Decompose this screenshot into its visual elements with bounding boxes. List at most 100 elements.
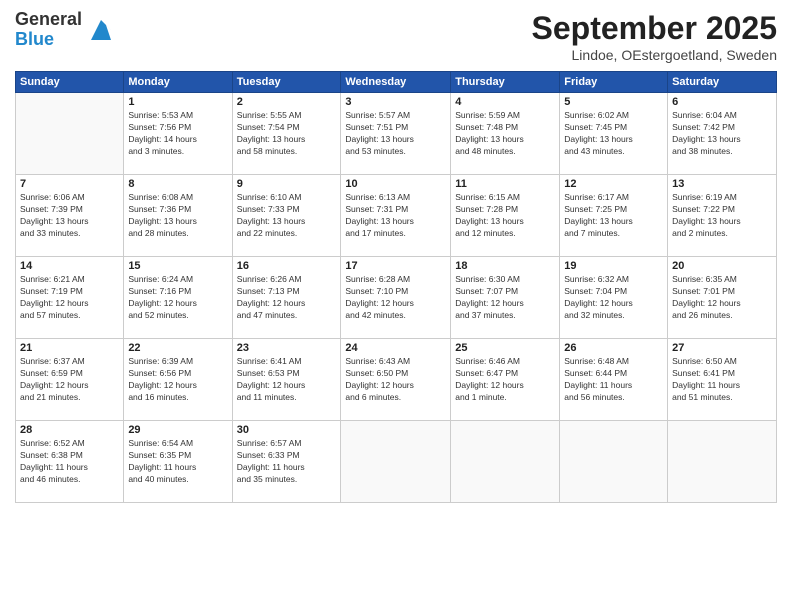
day-number: 11 — [455, 178, 555, 190]
calendar-header-row: SundayMondayTuesdayWednesdayThursdayFrid… — [16, 72, 777, 93]
calendar-cell: 2Sunrise: 5:55 AM Sunset: 7:54 PM Daylig… — [232, 93, 341, 175]
day-info: Sunrise: 5:59 AM Sunset: 7:48 PM Dayligh… — [455, 110, 555, 158]
day-info: Sunrise: 6:13 AM Sunset: 7:31 PM Dayligh… — [345, 192, 446, 240]
day-number: 22 — [128, 342, 227, 354]
calendar-cell — [451, 421, 560, 503]
day-info: Sunrise: 5:57 AM Sunset: 7:51 PM Dayligh… — [345, 110, 446, 158]
calendar-cell — [16, 93, 124, 175]
calendar-cell: 28 Sunrise: 6:52 AM Sunset: 6:38 PM Dayli… — [16, 421, 124, 503]
logo-line1: General — [15, 10, 82, 30]
day-info: Sunrise: 6:02 AM Sunset: 7:45 PM Dayligh… — [564, 110, 663, 158]
day-number: 30 — [237, 424, 337, 436]
page: General Blue September 2025 Lindoe, OEst… — [0, 0, 792, 612]
calendar-cell: 23 Sunrise: 6:41 AM Sunset: 6:53 PM Dayli… — [232, 339, 341, 421]
calendar-cell: 27 Sunrise: 6:50 AM Sunset: 6:41 PM Dayli… — [668, 339, 777, 421]
day-info: Sunrise: 6:54 AM Sunset: 6:35 PM Dayligh… — [128, 438, 227, 486]
day-info: Sunrise: 6:46 AM Sunset: 6:47 PM Dayligh… — [455, 356, 555, 404]
day-number: 20 — [672, 260, 772, 272]
day-number: 9 — [237, 178, 337, 190]
title-block: September 2025 Lindoe, OEstergoetland, S… — [532, 10, 777, 63]
day-number: 29 — [128, 424, 227, 436]
calendar-cell: 25 Sunrise: 6:46 AM Sunset: 6:47 PM Dayli… — [451, 339, 560, 421]
calendar-cell: 8Sunrise: 6:08 AM Sunset: 7:36 PM Daylig… — [124, 175, 232, 257]
calendar-cell: 18 Sunrise: 6:30 AM Sunset: 7:07 PM Dayli… — [451, 257, 560, 339]
day-info: Sunrise: 6:43 AM Sunset: 6:50 PM Dayligh… — [345, 356, 446, 404]
calendar-header-day: Tuesday — [232, 72, 341, 93]
day-number: 28 — [20, 424, 119, 436]
logo-text: General Blue — [15, 10, 82, 50]
calendar-header-day: Friday — [560, 72, 668, 93]
day-info: Sunrise: 6:57 AM Sunset: 6:33 PM Dayligh… — [237, 438, 337, 486]
calendar-header-day: Saturday — [668, 72, 777, 93]
logo-icon — [86, 15, 116, 45]
day-number: 23 — [237, 342, 337, 354]
calendar-table: SundayMondayTuesdayWednesdayThursdayFrid… — [15, 71, 777, 503]
header: General Blue September 2025 Lindoe, OEst… — [15, 10, 777, 63]
day-info: Sunrise: 6:08 AM Sunset: 7:36 PM Dayligh… — [128, 192, 227, 240]
calendar-cell: 29 Sunrise: 6:54 AM Sunset: 6:35 PM Dayli… — [124, 421, 232, 503]
day-number: 24 — [345, 342, 446, 354]
calendar-cell: 17 Sunrise: 6:28 AM Sunset: 7:10 PM Dayli… — [341, 257, 451, 339]
day-info: Sunrise: 6:21 AM Sunset: 7:19 PM Dayligh… — [20, 274, 119, 322]
day-number: 5 — [564, 96, 663, 108]
calendar-header-day: Sunday — [16, 72, 124, 93]
day-number: 7 — [20, 178, 119, 190]
calendar-cell: 3Sunrise: 5:57 AM Sunset: 7:51 PM Daylig… — [341, 93, 451, 175]
calendar-cell: 12 Sunrise: 6:17 AM Sunset: 7:25 PM Dayli… — [560, 175, 668, 257]
calendar-cell: 6Sunrise: 6:04 AM Sunset: 7:42 PM Daylig… — [668, 93, 777, 175]
day-number: 10 — [345, 178, 446, 190]
calendar-cell: 21 Sunrise: 6:37 AM Sunset: 6:59 PM Dayli… — [16, 339, 124, 421]
calendar-cell: 11 Sunrise: 6:15 AM Sunset: 7:28 PM Dayli… — [451, 175, 560, 257]
calendar-header-day: Wednesday — [341, 72, 451, 93]
calendar-week-row: 21 Sunrise: 6:37 AM Sunset: 6:59 PM Dayli… — [16, 339, 777, 421]
day-number: 21 — [20, 342, 119, 354]
day-number: 14 — [20, 260, 119, 272]
day-info: Sunrise: 6:15 AM Sunset: 7:28 PM Dayligh… — [455, 192, 555, 240]
calendar-cell: 14 Sunrise: 6:21 AM Sunset: 7:19 PM Dayli… — [16, 257, 124, 339]
day-number: 13 — [672, 178, 772, 190]
calendar-cell: 20 Sunrise: 6:35 AM Sunset: 7:01 PM Dayli… — [668, 257, 777, 339]
calendar-cell: 10 Sunrise: 6:13 AM Sunset: 7:31 PM Dayli… — [341, 175, 451, 257]
day-number: 25 — [455, 342, 555, 354]
calendar-cell — [341, 421, 451, 503]
calendar-cell — [560, 421, 668, 503]
calendar-cell: 9 Sunrise: 6:10 AM Sunset: 7:33 PM Daylig… — [232, 175, 341, 257]
day-info: Sunrise: 6:37 AM Sunset: 6:59 PM Dayligh… — [20, 356, 119, 404]
calendar-cell: 5 Sunrise: 6:02 AM Sunset: 7:45 PM Daylig… — [560, 93, 668, 175]
day-info: Sunrise: 6:17 AM Sunset: 7:25 PM Dayligh… — [564, 192, 663, 240]
day-info: Sunrise: 5:55 AM Sunset: 7:54 PM Dayligh… — [237, 110, 337, 158]
day-number: 26 — [564, 342, 663, 354]
day-info: Sunrise: 6:41 AM Sunset: 6:53 PM Dayligh… — [237, 356, 337, 404]
day-info: Sunrise: 6:10 AM Sunset: 7:33 PM Dayligh… — [237, 192, 337, 240]
calendar-week-row: 28 Sunrise: 6:52 AM Sunset: 6:38 PM Dayli… — [16, 421, 777, 503]
calendar-cell: 24 Sunrise: 6:43 AM Sunset: 6:50 PM Dayli… — [341, 339, 451, 421]
calendar-cell: 13Sunrise: 6:19 AM Sunset: 7:22 PM Dayli… — [668, 175, 777, 257]
day-info: Sunrise: 6:28 AM Sunset: 7:10 PM Dayligh… — [345, 274, 446, 322]
calendar-cell: 15Sunrise: 6:24 AM Sunset: 7:16 PM Dayli… — [124, 257, 232, 339]
calendar-cell: 7Sunrise: 6:06 AM Sunset: 7:39 PM Daylig… — [16, 175, 124, 257]
day-info: Sunrise: 6:48 AM Sunset: 6:44 PM Dayligh… — [564, 356, 663, 404]
day-info: Sunrise: 6:30 AM Sunset: 7:07 PM Dayligh… — [455, 274, 555, 322]
calendar-cell: 19Sunrise: 6:32 AM Sunset: 7:04 PM Dayli… — [560, 257, 668, 339]
day-number: 27 — [672, 342, 772, 354]
calendar-cell: 26 Sunrise: 6:48 AM Sunset: 6:44 PM Dayli… — [560, 339, 668, 421]
calendar-cell — [668, 421, 777, 503]
day-info: Sunrise: 6:24 AM Sunset: 7:16 PM Dayligh… — [128, 274, 227, 322]
day-info: Sunrise: 6:26 AM Sunset: 7:13 PM Dayligh… — [237, 274, 337, 322]
day-number: 17 — [345, 260, 446, 272]
day-info: Sunrise: 6:35 AM Sunset: 7:01 PM Dayligh… — [672, 274, 772, 322]
day-info: Sunrise: 6:04 AM Sunset: 7:42 PM Dayligh… — [672, 110, 772, 158]
day-number: 12 — [564, 178, 663, 190]
day-number: 4 — [455, 96, 555, 108]
day-number: 1 — [128, 96, 227, 108]
day-info: Sunrise: 6:39 AM Sunset: 6:56 PM Dayligh… — [128, 356, 227, 404]
day-number: 18 — [455, 260, 555, 272]
day-info: Sunrise: 6:52 AM Sunset: 6:38 PM Dayligh… — [20, 438, 119, 486]
calendar-week-row: 14 Sunrise: 6:21 AM Sunset: 7:19 PM Dayli… — [16, 257, 777, 339]
location: Lindoe, OEstergoetland, Sweden — [532, 47, 777, 63]
day-info: Sunrise: 6:32 AM Sunset: 7:04 PM Dayligh… — [564, 274, 663, 322]
day-info: Sunrise: 6:50 AM Sunset: 6:41 PM Dayligh… — [672, 356, 772, 404]
calendar-header-day: Thursday — [451, 72, 560, 93]
day-number: 16 — [237, 260, 337, 272]
logo: General Blue — [15, 10, 116, 50]
